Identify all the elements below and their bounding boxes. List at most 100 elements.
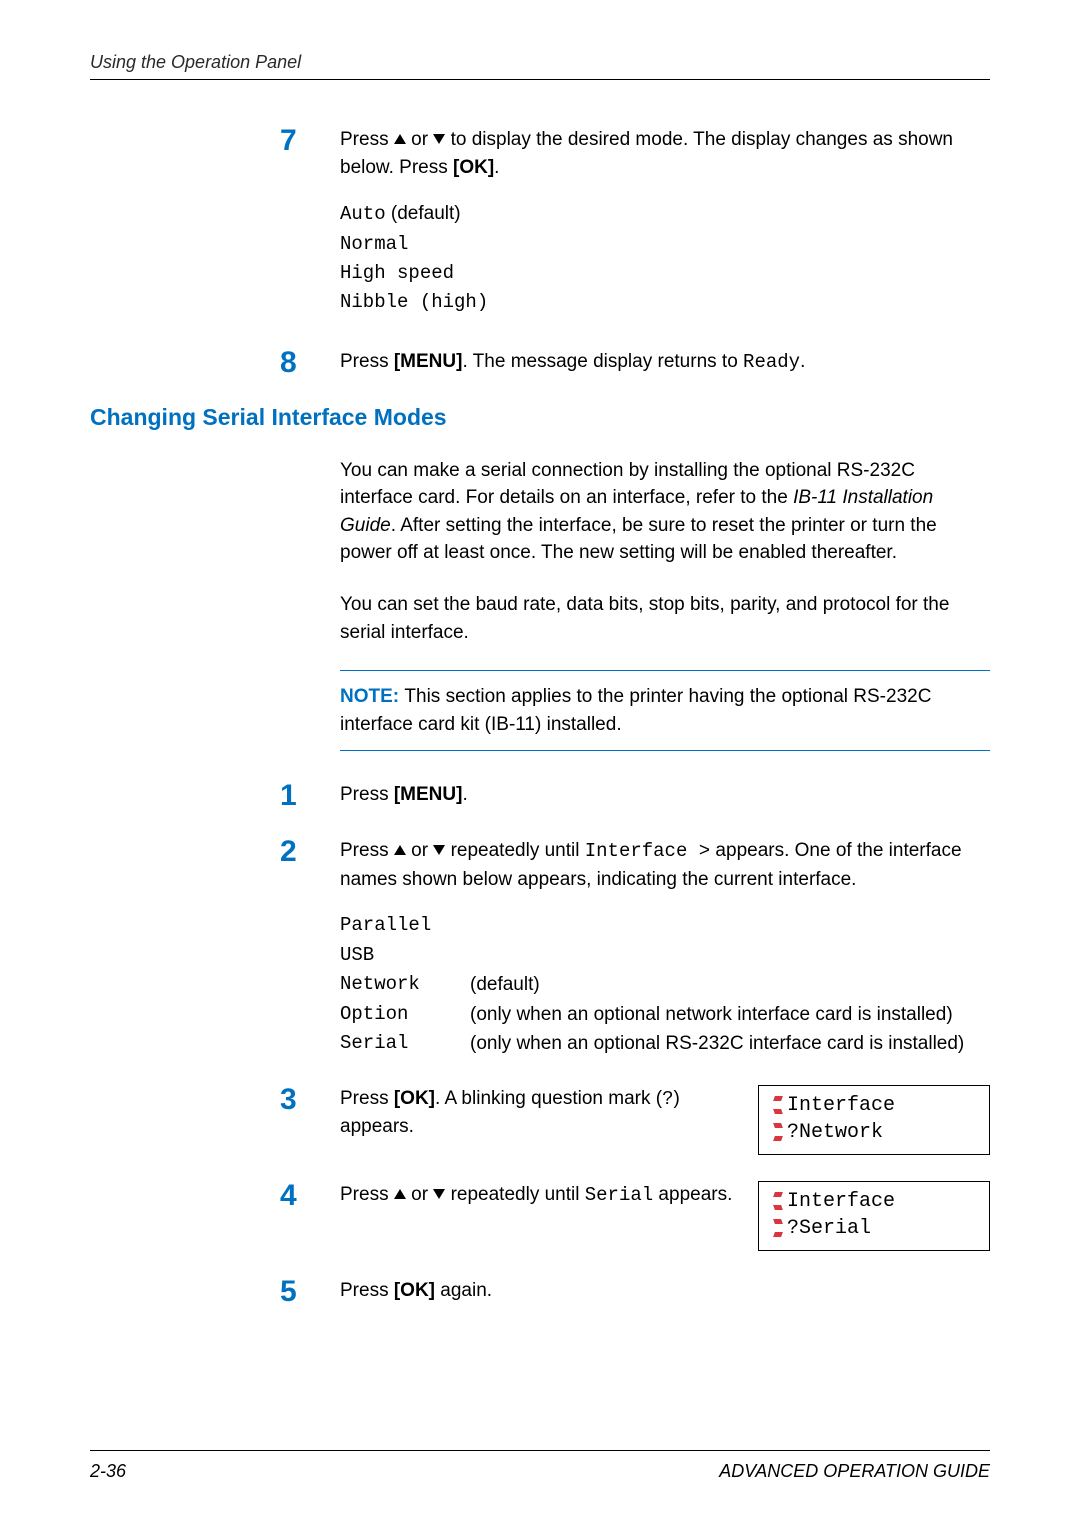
s2-iface: Interface > (585, 840, 710, 862)
s2-a: Press (340, 840, 394, 861)
s4-d: appears. (653, 1184, 732, 1205)
table-row: Parallel (340, 911, 990, 940)
s3-b: . A blinking question mark ( (435, 1088, 662, 1109)
triangle-down-icon (433, 134, 445, 144)
running-header: Using the Operation Panel (90, 52, 990, 73)
p1-b: . After setting the interface, be sure t… (340, 515, 937, 564)
lcd-line1: Interface (787, 1188, 895, 1215)
header-rule (90, 79, 990, 80)
step-8-number: 8 (280, 348, 340, 378)
s4-serial: Serial (585, 1184, 653, 1206)
mode-auto-default: (default) (386, 203, 461, 224)
step-1-number: 1 (280, 781, 340, 811)
note-body: This section applies to the printer havi… (340, 686, 931, 735)
note: NOTE: This section applies to the printe… (340, 673, 990, 748)
step-8-body: Press [MENU]. The message display return… (340, 348, 990, 377)
page-number: 2-36 (90, 1461, 126, 1482)
footer-row: 2-36 ADVANCED OPERATION GUIDE (90, 1451, 990, 1482)
step-4: 4 Press or repeatedly until Serial appea… (280, 1181, 990, 1251)
step7-a: Press (340, 129, 394, 150)
step-3-number: 3 (280, 1085, 340, 1115)
step-3: 3 Press [OK]. A blinking question mark (… (280, 1085, 990, 1155)
s8-menu: [MENU] (394, 351, 463, 372)
s8-ready: Ready (743, 351, 800, 373)
step-1: 1 Press [MENU]. (280, 781, 990, 811)
triangle-up-icon (394, 845, 406, 855)
step-3-body: Press [OK]. A blinking question mark (?)… (340, 1085, 990, 1155)
lcd-cursor-icon (771, 1191, 785, 1211)
iface-serial-note: (only when an optional RS-232C interface… (470, 1029, 990, 1058)
step-7-number: 7 (280, 126, 340, 156)
mode-nibble: Nibble (high) (340, 288, 990, 317)
step7-ok: [OK] (453, 157, 494, 178)
para-2: You can set the baud rate, data bits, st… (340, 591, 990, 646)
section-heading: Changing Serial Interface Modes (90, 404, 990, 431)
triangle-up-icon (394, 1189, 406, 1199)
triangle-down-icon (433, 845, 445, 855)
para-1: You can make a serial connection by inst… (340, 457, 990, 567)
s4-b: or (406, 1184, 433, 1205)
iface-network: Network (340, 970, 470, 999)
lcd-cursor-icon (771, 1218, 785, 1238)
s1-b: . (462, 784, 467, 805)
s2-c: repeatedly until (445, 840, 584, 861)
iface-network-note: (default) (470, 970, 990, 999)
guide-title: ADVANCED OPERATION GUIDE (719, 1461, 990, 1482)
mode-high-speed: High speed (340, 259, 990, 288)
lcd-display: Interface ?Serial (758, 1181, 990, 1251)
iface-parallel: Parallel (340, 911, 470, 940)
step7-b: or (406, 129, 433, 150)
section-body: You can make a serial connection by inst… (340, 457, 990, 751)
iface-usb: USB (340, 941, 470, 970)
step-2-body: Press or repeatedly until Interface > ap… (340, 837, 990, 1058)
s8-a: Press (340, 351, 394, 372)
footer: 2-36 ADVANCED OPERATION GUIDE (90, 1450, 990, 1482)
s5-b: again. (435, 1280, 492, 1301)
step7-modes: Auto (default) Normal High speed Nibble … (340, 199, 990, 318)
lcd-line2: ?Network (787, 1119, 883, 1146)
step-1-body: Press [MENU]. (340, 781, 990, 809)
step-5-number: 5 (280, 1277, 340, 1307)
lcd-cursor-icon (771, 1095, 785, 1115)
step-7-body: Press or to display the desired mode. Th… (340, 126, 990, 322)
lcd-cursor-icon (771, 1122, 785, 1142)
s3-q: ? (662, 1088, 673, 1110)
s4-a: Press (340, 1184, 394, 1205)
triangle-up-icon (394, 134, 406, 144)
iface-option-note: (only when an optional network interface… (470, 1000, 990, 1029)
note-rule-top (340, 670, 990, 671)
step-3-text: Press [OK]. A blinking question mark (?)… (340, 1085, 740, 1141)
s5-ok: [OK] (394, 1280, 435, 1301)
lcd-line2: ?Serial (787, 1215, 871, 1242)
s1-a: Press (340, 784, 394, 805)
s1-menu: [MENU] (394, 784, 463, 805)
lcd-display: Interface ?Network (758, 1085, 990, 1155)
s5-a: Press (340, 1280, 394, 1301)
table-row: Network(default) (340, 970, 990, 999)
mode-normal: Normal (340, 230, 990, 259)
s8-b: . The message display returns to (462, 351, 743, 372)
s3-ok: [OK] (394, 1088, 435, 1109)
step-7: 7 Press or to display the desired mode. … (280, 126, 990, 322)
lcd-line1: Interface (787, 1092, 895, 1119)
note-label: NOTE: (340, 686, 404, 707)
step-4-text: Press or repeatedly until Serial appears… (340, 1181, 740, 1210)
s8-c: . (800, 351, 805, 372)
step-2: 2 Press or repeatedly until Interface > … (280, 837, 990, 1058)
triangle-down-icon (433, 1189, 445, 1199)
iface-serial: Serial (340, 1029, 470, 1058)
step-4-body: Press or repeatedly until Serial appears… (340, 1181, 990, 1251)
interface-table: Parallel USB Network(default) Option(onl… (340, 911, 990, 1058)
step7-d: . (494, 157, 499, 178)
step-5-body: Press [OK] again. (340, 1277, 990, 1305)
step-5: 5 Press [OK] again. (280, 1277, 990, 1307)
table-row: Option(only when an optional network int… (340, 1000, 990, 1029)
note-rule-bottom (340, 750, 990, 751)
step-7-container: 7 Press or to display the desired mode. … (280, 126, 990, 378)
mode-auto: Auto (340, 203, 386, 225)
s3-a: Press (340, 1088, 394, 1109)
iface-option: Option (340, 1000, 470, 1029)
page: Using the Operation Panel 7 Press or to … (0, 0, 1080, 1528)
step-4-number: 4 (280, 1181, 340, 1211)
step-8: 8 Press [MENU]. The message display retu… (280, 348, 990, 378)
